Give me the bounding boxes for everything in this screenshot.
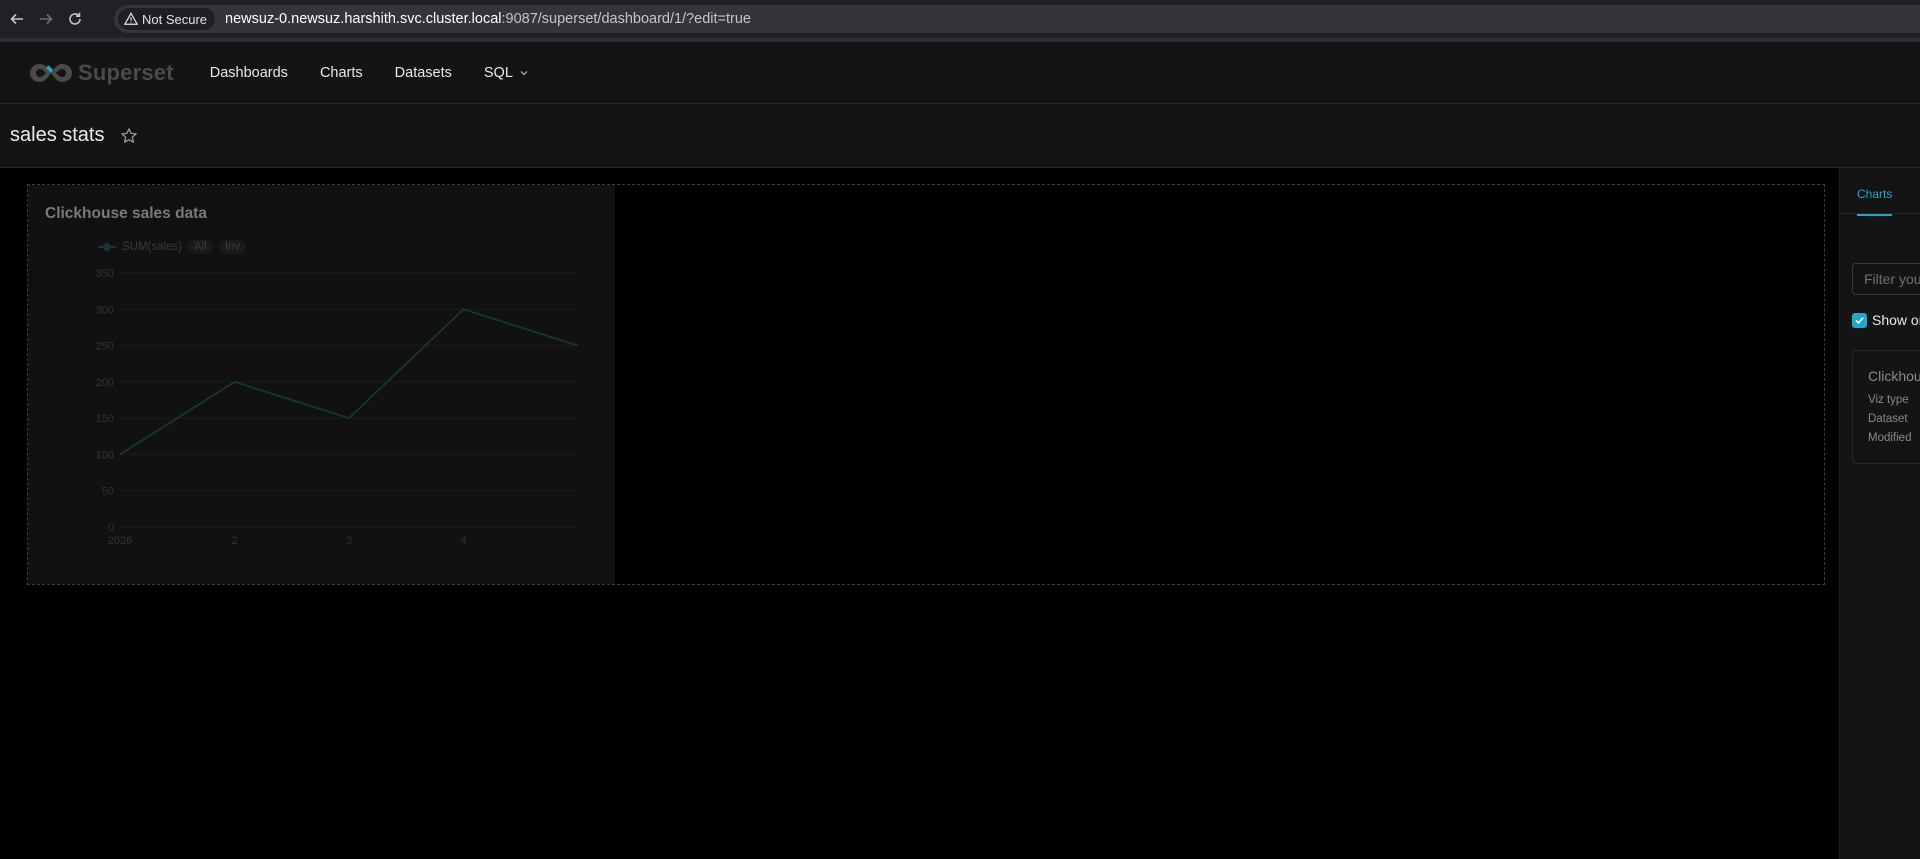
chart-list-item[interactable]: Clickhouse sales data Viz type Dataset M…: [1852, 350, 1920, 464]
menu-sql[interactable]: SQL: [484, 65, 529, 81]
y-tick-label: 0: [108, 522, 114, 534]
address-bar[interactable]: Not Secure newsuz-0.newsuz.harshith.svc.…: [114, 5, 1920, 33]
show-only-label: Show only my charts: [1872, 312, 1920, 328]
y-tick-label: 200: [96, 377, 114, 389]
x-tick-label: 4: [460, 535, 466, 547]
chart-list-item-title: Clickhouse sales data: [1868, 368, 1920, 384]
superset-logo-icon: [30, 63, 72, 82]
tab-charts[interactable]: Charts: [1857, 187, 1893, 216]
dashboard-header: sales stats: [0, 104, 1920, 168]
y-tick-label: 300: [96, 304, 114, 316]
menu-charts[interactable]: Charts: [320, 65, 363, 81]
y-tick-label: 250: [96, 341, 114, 353]
show-only-checkbox[interactable]: [1852, 312, 1867, 328]
superset-logo[interactable]: Superset: [28, 60, 174, 86]
browser-toolbar: Not Secure newsuz-0.newsuz.harshith.svc.…: [0, 0, 1920, 38]
brand-name: Superset: [78, 59, 174, 85]
x-tick-label: 2: [231, 535, 237, 547]
checkmark-icon: [1855, 316, 1864, 324]
chevron-down-icon: [520, 70, 528, 75]
menu-sql-label: SQL: [483, 64, 513, 81]
url-path: :9087/superset/dashboard/1/?edit=true: [501, 11, 751, 27]
main-menu: Dashboards Charts Datasets SQL: [210, 65, 561, 81]
security-chip[interactable]: Not Secure: [118, 8, 216, 30]
dashboard-title[interactable]: sales stats: [10, 124, 104, 147]
viz-type-label: Viz type: [1868, 394, 1909, 406]
menu-dashboards[interactable]: Dashboards: [210, 65, 288, 81]
security-label: Not Secure: [142, 11, 208, 27]
menu-datasets[interactable]: Datasets: [395, 65, 452, 81]
y-tick-label: 100: [96, 449, 114, 461]
line-chart: 0 50 100 150 200 250 300 350 2026 2 3 4: [96, 268, 579, 547]
top-navigation: Superset Dashboards Charts Datasets SQL: [0, 42, 1920, 104]
panel-tabs: Charts: [1840, 168, 1920, 216]
x-tick-label: 2026: [108, 535, 132, 547]
dataset-label: Dataset: [1868, 413, 1908, 425]
forward-icon[interactable]: [34, 7, 58, 31]
modified-label: Modified: [1868, 432, 1912, 444]
right-panel: Charts Show only my charts Clickhouse sa…: [1839, 168, 1920, 859]
url-text[interactable]: newsuz-0.newsuz.harshith.svc.cluster.loc…: [225, 11, 751, 27]
y-tick-label: 350: [96, 268, 114, 280]
chart-card[interactable]: Clickhouse sales data SUM(sales) All Inv…: [28, 185, 615, 584]
y-tick-label: 50: [102, 486, 114, 498]
show-only-my-charts[interactable]: Show only my charts: [1852, 312, 1920, 328]
dashboard-grid: Clickhouse sales data SUM(sales) All Inv…: [27, 184, 1825, 585]
filter-charts-input[interactable]: [1852, 263, 1920, 295]
x-tick-label: 3: [346, 535, 352, 547]
star-icon[interactable]: [120, 127, 138, 145]
url-host: newsuz-0.newsuz.harshith.svc.cluster.loc…: [225, 11, 502, 27]
warning-icon: [124, 12, 138, 25]
y-tick-label: 150: [96, 413, 114, 425]
back-icon[interactable]: [5, 7, 29, 31]
reload-icon[interactable]: [63, 7, 87, 31]
